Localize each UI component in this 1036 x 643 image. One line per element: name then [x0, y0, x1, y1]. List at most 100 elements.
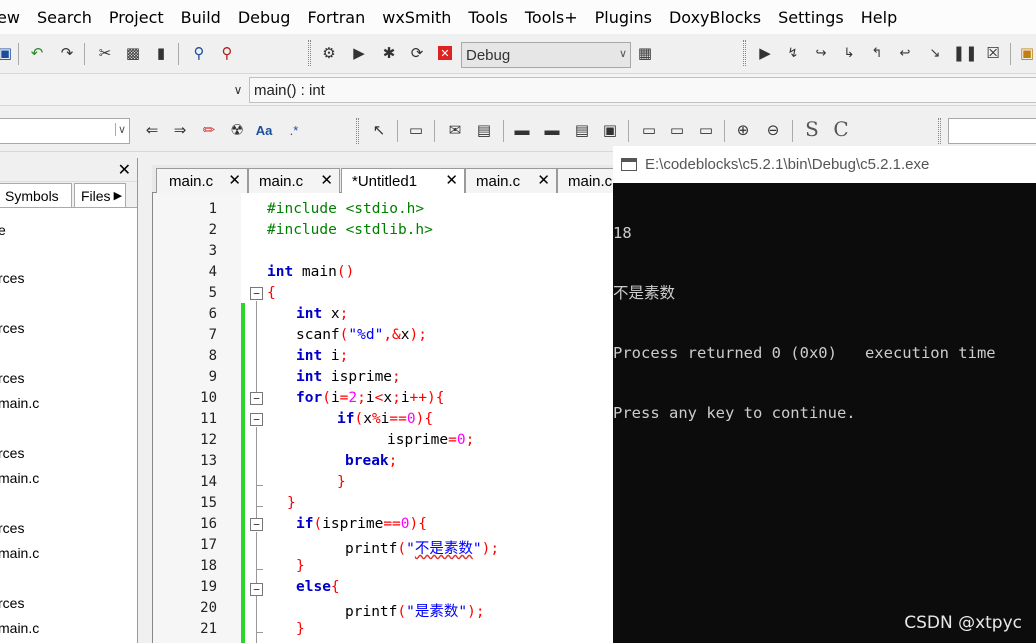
step-out-icon[interactable]: ↰: [868, 44, 886, 62]
close-icon[interactable]: ✕: [228, 171, 241, 189]
fold-toggle[interactable]: −: [250, 518, 263, 531]
close-icon[interactable]: ✕: [445, 171, 458, 189]
c-letter-icon[interactable]: C: [832, 117, 850, 141]
fold-toggle[interactable]: −: [250, 392, 263, 405]
toolbar-grip[interactable]: [938, 118, 941, 144]
debug-windows-icon[interactable]: ▣: [1018, 44, 1036, 62]
editor-tab-active[interactable]: *Untitled1 ✕: [341, 168, 465, 193]
cut-icon[interactable]: ✂: [96, 44, 114, 62]
next-instruction-icon[interactable]: ↩: [896, 44, 914, 62]
tree-item[interactable]: main.c: [0, 395, 39, 411]
redo-icon[interactable]: ↷: [58, 44, 76, 62]
break-debugger-icon[interactable]: ❚❚: [952, 44, 977, 62]
regex-icon[interactable]: .*: [285, 121, 303, 139]
menu-search[interactable]: Search: [37, 8, 92, 27]
chevron-right-icon[interactable]: ▶: [114, 189, 122, 202]
step-into-icon[interactable]: ↳: [840, 44, 858, 62]
editor-tab[interactable]: main.c ✕: [156, 168, 248, 193]
menu-settings[interactable]: Settings: [778, 8, 844, 27]
menu-debug[interactable]: Debug: [238, 8, 291, 27]
build-gear-icon[interactable]: ⚙: [320, 44, 338, 62]
menu-doxyblocks[interactable]: DoxyBlocks: [669, 8, 761, 27]
fold-toggle[interactable]: −: [250, 583, 263, 596]
tree-item[interactable]: rces: [0, 320, 24, 336]
close-icon[interactable]: ✕: [118, 160, 131, 180]
menu-project[interactable]: Project: [109, 8, 164, 27]
arrow-right-icon[interactable]: ⇒: [171, 121, 189, 139]
block-icon[interactable]: ▤: [573, 121, 591, 139]
editor-tab[interactable]: main.c ✕: [248, 168, 340, 193]
quick-search-input[interactable]: [948, 118, 1036, 144]
rect-icon[interactable]: ▭: [668, 121, 686, 139]
editor-tab[interactable]: main.c ✕: [465, 168, 557, 193]
menu-plugins[interactable]: Plugins: [595, 8, 652, 27]
menu-tools[interactable]: Tools: [468, 8, 507, 27]
toolbar-grip[interactable]: [743, 40, 746, 66]
console-title-bar[interactable]: E:\codeblocks\c5.2.1\bin\Debug\c5.2.1.ex…: [613, 146, 1036, 183]
menu-view[interactable]: ew: [0, 8, 20, 27]
block-icon[interactable]: ▣: [601, 121, 619, 139]
tab-files[interactable]: Files ▶: [74, 183, 126, 207]
close-icon[interactable]: ✕: [320, 171, 333, 189]
menu-build[interactable]: Build: [181, 8, 221, 27]
menu-wxsmith[interactable]: wxSmith: [382, 8, 451, 27]
toolbar-grip[interactable]: [356, 118, 359, 144]
paste-icon[interactable]: ▮: [152, 44, 170, 62]
match-case-icon[interactable]: Aa: [255, 121, 273, 139]
run-icon[interactable]: ▶: [350, 44, 368, 62]
run-to-cursor-icon[interactable]: ↯: [784, 44, 802, 62]
tab-symbols[interactable]: Symbols: [0, 183, 72, 207]
fold-line: [256, 301, 257, 393]
abort-icon[interactable]: ✕: [438, 46, 452, 60]
menu-tools-plus[interactable]: Tools+: [525, 8, 578, 27]
copy-icon[interactable]: ▩: [124, 44, 142, 62]
stop-debugger-icon[interactable]: ☒: [984, 44, 1002, 62]
menu-fortran[interactable]: Fortran: [307, 8, 365, 27]
target-options-icon[interactable]: ▦: [636, 44, 654, 62]
mail-icon[interactable]: ✉: [446, 121, 464, 139]
tree-item[interactable]: main.c: [0, 470, 39, 486]
debug-continue-icon[interactable]: ▶: [756, 44, 774, 62]
undo-icon[interactable]: ↶: [28, 44, 46, 62]
tree-item[interactable]: rces: [0, 370, 24, 386]
tree-item[interactable]: e: [0, 222, 6, 238]
replace-icon[interactable]: ⚲: [218, 44, 236, 62]
function-scope-select[interactable]: main() : int: [249, 77, 1036, 103]
highlight-icon[interactable]: ✏: [200, 121, 218, 139]
select-pointer-icon[interactable]: ↖: [370, 121, 388, 139]
s-letter-icon[interactable]: S: [803, 117, 821, 141]
chevron-down-icon[interactable]: ∨: [229, 81, 247, 99]
zoom-in-icon[interactable]: ⊕: [734, 121, 752, 139]
menu-help[interactable]: Help: [861, 8, 897, 27]
tree-item[interactable]: main.c: [0, 545, 39, 561]
jump-icon[interactable]: ☢: [228, 121, 246, 139]
console-window[interactable]: E:\codeblocks\c5.2.1\bin\Debug\c5.2.1.ex…: [613, 146, 1036, 643]
tree-item[interactable]: rces: [0, 520, 24, 536]
save-all-icon[interactable]: ▣: [0, 44, 14, 62]
next-line-icon[interactable]: ↪: [812, 44, 830, 62]
frame-icon[interactable]: ▭: [407, 121, 425, 139]
find-icon[interactable]: ⚲: [190, 44, 208, 62]
search-combo[interactable]: ∨: [0, 118, 130, 144]
rect-icon[interactable]: ▭: [697, 121, 715, 139]
edit-box-icon[interactable]: ▤: [475, 121, 493, 139]
fold-toggle[interactable]: −: [250, 287, 263, 300]
tree-item[interactable]: rces: [0, 595, 24, 611]
rebuild-icon[interactable]: ⟳: [408, 44, 426, 62]
zoom-out-icon[interactable]: ⊖: [764, 121, 782, 139]
build-target-select[interactable]: Debug ∨: [461, 42, 631, 68]
step-into-instruction-icon[interactable]: ↘: [926, 44, 944, 62]
block-icon[interactable]: ▬: [513, 121, 531, 139]
code-editor[interactable]: 1 2 3 4 5 6 7 8 9 10 11 12 13 14 15 16 1…: [152, 193, 614, 643]
tree-item[interactable]: rces: [0, 445, 24, 461]
tree-item[interactable]: rces: [0, 270, 24, 286]
build-and-run-icon[interactable]: ✱: [380, 44, 398, 62]
fold-toggle[interactable]: −: [250, 413, 263, 426]
tree-item[interactable]: main.c: [0, 620, 39, 636]
block-icon[interactable]: ▬: [543, 121, 561, 139]
rect-icon[interactable]: ▭: [640, 121, 658, 139]
toolbar-grip[interactable]: [308, 40, 311, 66]
arrow-left-icon[interactable]: ⇐: [143, 121, 161, 139]
build-target-value: Debug: [466, 46, 511, 64]
close-icon[interactable]: ✕: [537, 171, 550, 189]
